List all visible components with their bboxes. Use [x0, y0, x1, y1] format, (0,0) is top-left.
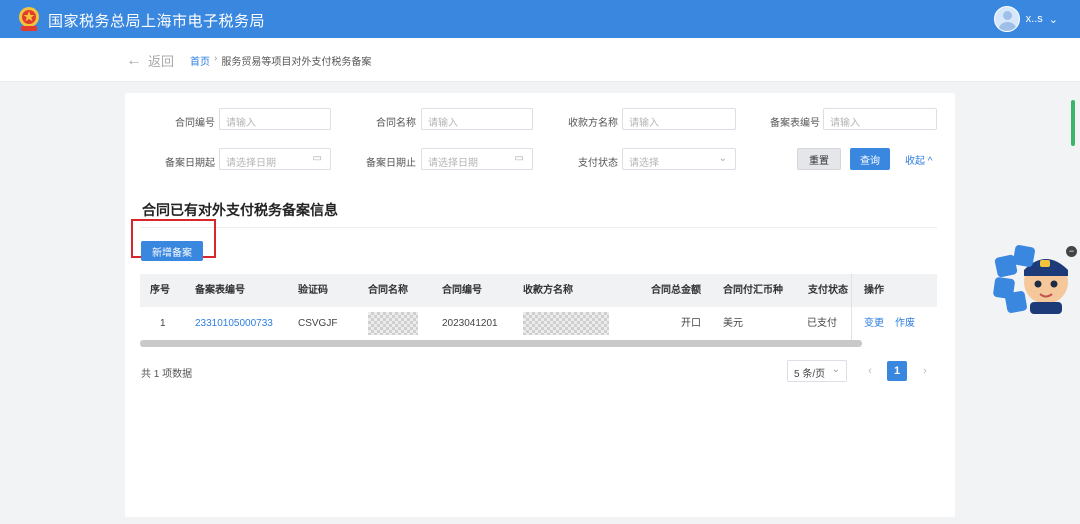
back-label[interactable]: 返回	[148, 51, 174, 70]
calendar-icon[interactable]: ▭	[515, 153, 524, 164]
cell-currency: 美元	[723, 318, 743, 329]
chevron-down-icon[interactable]: ⌄	[1049, 13, 1058, 26]
payee-name-input[interactable]: 请输入	[622, 108, 736, 130]
contract-no-input[interactable]: 请输入	[219, 108, 331, 130]
header-pay-status: 支付状态	[808, 285, 848, 296]
header-currency: 合同付汇币种	[723, 285, 783, 296]
contract-name-label: 合同名称	[376, 118, 416, 129]
app-title: 国家税务总局上海市电子税务局	[48, 13, 266, 30]
record-no-input[interactable]: 请输入	[823, 108, 937, 130]
page-scroll-indicator[interactable]	[1071, 100, 1075, 146]
header-payee: 收款方名称	[523, 285, 573, 296]
prev-page-button[interactable]: ‹	[860, 361, 880, 381]
masked-payee-name	[523, 312, 609, 335]
breadcrumb: 首页 › 服务贸易等项目对外支付税务备案	[190, 53, 371, 68]
page-size-value: 5 条/页	[794, 369, 826, 380]
breadcrumb-home[interactable]: 首页	[190, 53, 210, 68]
table-row: 1 23310105000733 CSVGJF 2023041201 开口 美元…	[140, 307, 937, 340]
pay-status-select[interactable]: 请选择 ⌄	[622, 148, 736, 170]
header-index: 序号	[150, 285, 170, 296]
reset-button[interactable]: 重置	[797, 148, 841, 170]
section-title: 合同已有对外支付税务备案信息	[142, 202, 338, 218]
header-contract-name: 合同名称	[368, 285, 408, 296]
calendar-icon[interactable]: ▭	[313, 153, 322, 164]
total-count: 共 1 项数据	[141, 369, 193, 380]
change-link[interactable]: 变更	[864, 307, 884, 340]
contract-name-input[interactable]: 请输入	[421, 108, 533, 130]
date-from-picker[interactable]: 请选择日期 ▭	[219, 148, 331, 170]
main-panel: 合同编号 请输入 合同名称 请输入 收款方名称 请输入 备案表编号 请输入 备案…	[125, 93, 955, 517]
header-ops: 操作	[864, 285, 884, 296]
breadcrumb-current: 服务贸易等项目对外支付税务备案	[221, 57, 372, 68]
interactive-assistant-icon[interactable]	[988, 240, 1070, 314]
table-header: 序号 备案表编号 验证码 合同名称 合同编号 收款方名称 合同总金额 合同付汇币…	[140, 274, 937, 307]
contract-name-placeholder: 请输入	[428, 118, 458, 129]
fixed-column-divider	[851, 274, 852, 340]
query-button[interactable]: 查询	[850, 148, 890, 170]
user-name[interactable]: x..s	[1026, 13, 1043, 25]
cell-pay-status: 已支付	[807, 318, 837, 329]
date-from-label: 备案日期起	[165, 158, 215, 169]
header-record-no: 备案表编号	[195, 285, 245, 296]
next-page-button[interactable]: ›	[915, 361, 935, 381]
back-button[interactable]: ← 返回	[126, 51, 174, 70]
page-size-select[interactable]: 5 条/页 ⌄	[787, 360, 847, 382]
breadcrumb-separator: ›	[214, 53, 218, 64]
payee-name-placeholder: 请输入	[629, 118, 659, 129]
cell-total-amount: 开口	[681, 318, 701, 329]
void-link[interactable]: 作废	[895, 307, 915, 340]
date-to-picker[interactable]: 请选择日期 ▭	[421, 148, 533, 170]
close-icon[interactable]: −	[1066, 246, 1077, 257]
date-to-placeholder: 请选择日期	[428, 158, 478, 169]
header-contract-no: 合同编号	[442, 285, 482, 296]
pay-status-label: 支付状态	[578, 158, 618, 169]
avatar[interactable]	[993, 6, 1020, 32]
top-bar: 国家税务总局上海市电子税务局 x..s ⌄	[0, 0, 1080, 38]
date-from-placeholder: 请选择日期	[226, 158, 276, 169]
chevron-down-icon[interactable]: ⌄	[719, 153, 727, 164]
table-horizontal-scrollbar[interactable]	[140, 340, 862, 347]
records-table: 序号 备案表编号 验证码 合同名称 合同编号 收款方名称 合同总金额 合同付汇币…	[140, 274, 937, 340]
date-to-label: 备案日期止	[366, 158, 416, 169]
record-no-link[interactable]: 23310105000733	[195, 307, 273, 340]
section-divider	[140, 227, 937, 228]
page-1-button[interactable]: 1	[887, 361, 907, 381]
header-verify-code: 验证码	[298, 285, 328, 296]
tax-emblem-icon	[19, 7, 39, 31]
cell-verify-code: CSVGJF	[298, 318, 338, 329]
user-menu[interactable]: x..s ⌄	[993, 6, 1058, 32]
pay-status-placeholder: 请选择	[629, 158, 659, 169]
cell-contract-no: 2023041201	[442, 318, 498, 329]
masked-contract-name	[368, 312, 418, 335]
record-no-placeholder: 请输入	[830, 118, 860, 129]
collapse-toggle[interactable]: 收起 ^	[905, 152, 932, 167]
chevron-down-icon[interactable]: ⌄	[832, 364, 840, 375]
contract-no-placeholder: 请输入	[226, 118, 256, 129]
arrow-left-icon[interactable]: ←	[126, 52, 142, 69]
header-total-amount: 合同总金额	[651, 285, 701, 296]
cell-index: 1	[160, 318, 166, 329]
contract-no-label: 合同编号	[175, 118, 215, 129]
add-record-button[interactable]: 新增备案	[141, 241, 203, 261]
record-no-label: 备案表编号	[770, 118, 820, 129]
sub-header: ← 返回 首页 › 服务贸易等项目对外支付税务备案	[0, 38, 1080, 82]
payee-name-label: 收款方名称	[568, 118, 618, 129]
